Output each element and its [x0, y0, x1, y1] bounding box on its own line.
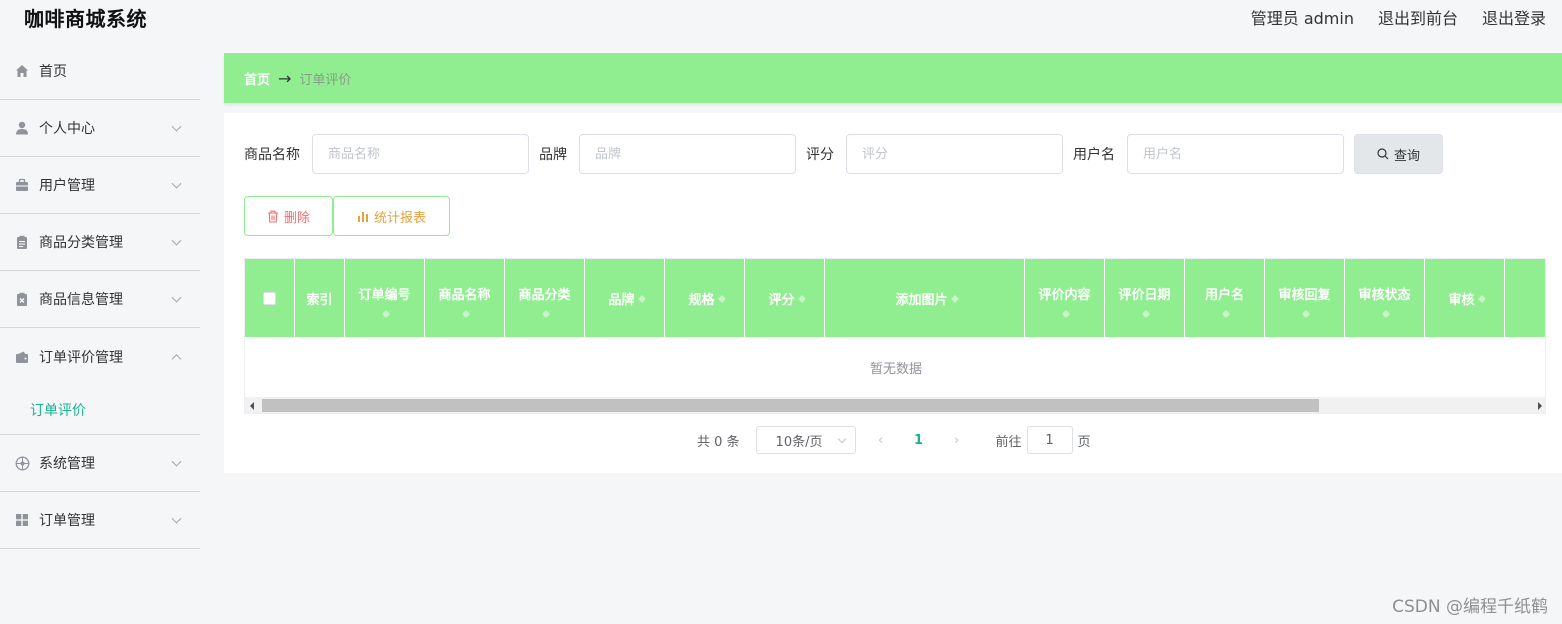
column-header-order-number[interactable]: 订单编号	[345, 259, 425, 337]
header-links: 管理员 admin 退出到前台 退出登录	[1251, 5, 1546, 29]
column-header-review-status[interactable]: 审核状态	[1345, 259, 1425, 337]
select-all-cell	[245, 259, 295, 337]
stats-report-button-label: 统计报表	[373, 210, 426, 226]
column-header-product-category[interactable]: 商品分类	[505, 259, 585, 337]
search-icon	[1377, 148, 1389, 160]
horizontal-scrollbar[interactable]	[245, 397, 1545, 413]
table-header: 索引 订单编号 商品名称 商品分类 品牌 规格 评分 添加图片 评价内容 评价日…	[245, 259, 1545, 337]
sidebar-item-label: 订单评价管理	[39, 349, 123, 366]
wallet-icon	[14, 349, 30, 365]
page-size-select[interactable]: 10条/页	[755, 426, 856, 454]
column-header-operations	[1505, 259, 1545, 337]
page-size-value: 10条/页	[775, 434, 823, 450]
column-header-username[interactable]: 用户名	[1185, 259, 1265, 337]
main-panel: 商品名称 品牌 评分 用户名 查询 删除 统计报表 索引	[224, 113, 1562, 473]
grid-icon	[14, 512, 30, 528]
sidebar-subitem-order-review[interactable]: 订单评价	[0, 385, 200, 435]
chevron-up-icon	[171, 353, 182, 364]
briefcase-icon	[14, 177, 30, 193]
watermark: CSDN @编程千纸鹤	[1392, 597, 1548, 617]
breadcrumb-home[interactable]: 首页	[244, 69, 270, 88]
query-button[interactable]: 查询	[1354, 134, 1443, 174]
breadcrumb: 首页 → 订单评价	[224, 53, 1562, 103]
bar-chart-icon	[357, 211, 368, 222]
sidebar-item-label: 个人中心	[39, 121, 95, 137]
sidebar-item-order-management[interactable]: 订单管理	[0, 492, 200, 549]
scroll-left-icon[interactable]	[250, 402, 254, 410]
column-header-review-date[interactable]: 评价日期	[1105, 259, 1185, 337]
column-header-brand[interactable]: 品牌	[585, 259, 665, 337]
sidebar-item-user-management[interactable]: 用户管理	[0, 157, 200, 214]
sidebar-item-label: 订单管理	[39, 513, 95, 529]
admin-label: 管理员 admin	[1250, 9, 1354, 28]
sidebar-item-label: 商品信息管理	[39, 292, 123, 308]
sidebar-item-order-review-management[interactable]: 订单评价管理	[0, 328, 200, 385]
sidebar-item-label: 用户管理	[39, 178, 95, 194]
username-label: 用户名	[1073, 147, 1115, 163]
select-all-checkbox[interactable]	[263, 291, 276, 305]
breadcrumb-current: 订单评价	[299, 72, 352, 88]
column-header-image[interactable]: 添加图片	[825, 259, 1025, 337]
username-input[interactable]	[1127, 134, 1344, 174]
sidebar-item-home[interactable]: 首页	[0, 43, 200, 100]
chevron-down-icon	[171, 235, 182, 246]
page-suffix-label: 页	[1077, 434, 1091, 450]
home-icon	[14, 63, 30, 79]
pagination-total: 共 0 条	[697, 434, 740, 450]
chevron-down-icon	[837, 434, 846, 444]
brand-label: 品牌	[539, 147, 567, 163]
chevron-down-icon	[171, 178, 182, 189]
sidebar-item-label: 商品分类管理	[39, 235, 123, 251]
product-name-input[interactable]	[312, 134, 529, 174]
clipboard-x-icon	[14, 291, 30, 307]
app-title: 咖啡商城系统	[24, 7, 147, 31]
prev-page-button[interactable]: ‹	[866, 426, 896, 454]
compass-icon	[14, 455, 30, 471]
sidebar-item-label: 系统管理	[39, 456, 95, 472]
chevron-down-icon	[171, 292, 182, 303]
sidebar-item-system-management[interactable]: 系统管理	[0, 435, 200, 492]
goto-label: 前往	[995, 434, 1022, 450]
sidebar-item-personal-center[interactable]: 个人中心	[0, 100, 200, 157]
logout-link[interactable]: 退出登录	[1482, 5, 1546, 29]
breadcrumb-arrow: →	[278, 68, 292, 88]
chevron-down-icon	[171, 456, 182, 467]
scrollbar-thumb[interactable]	[262, 399, 1319, 412]
column-header-spec[interactable]: 规格	[665, 259, 745, 337]
pagination: 共 0 条 10条/页 ‹ 1 › 前往 页	[697, 426, 1091, 454]
column-header-rating[interactable]: 评分	[745, 259, 825, 337]
rating-input[interactable]	[846, 134, 1063, 174]
column-header-review-content[interactable]: 评价内容	[1025, 259, 1105, 337]
rating-label: 评分	[806, 147, 834, 163]
trash-icon	[267, 210, 278, 223]
chevron-down-icon	[171, 513, 182, 524]
query-button-label: 查询	[1393, 148, 1420, 164]
user-icon	[14, 120, 30, 136]
column-header-review-reply[interactable]: 审核回复	[1265, 259, 1345, 337]
empty-state-text: 暂无数据	[869, 361, 922, 377]
column-header-audit[interactable]: 审核	[1425, 259, 1505, 337]
action-bar: 删除 统计报表	[244, 196, 450, 236]
chevron-down-icon	[171, 121, 182, 132]
next-page-button[interactable]: ›	[942, 426, 972, 454]
sidebar: 首页 个人中心 用户管理 商品分类管理 商品信息管理 订单评价管理 订单评价 系…	[0, 43, 200, 624]
sidebar-item-product-management[interactable]: 商品信息管理	[0, 271, 200, 328]
search-form: 商品名称 品牌 评分 用户名 查询	[244, 134, 1443, 174]
delete-button-label: 删除	[283, 210, 310, 226]
back-to-front-link[interactable]: 退出到前台	[1378, 5, 1458, 29]
brand-input[interactable]	[579, 134, 796, 174]
sidebar-item-category-management[interactable]: 商品分类管理	[0, 214, 200, 271]
scroll-right-icon[interactable]	[1538, 402, 1542, 410]
goto-page-input[interactable]	[1026, 426, 1073, 454]
column-header-product-name[interactable]: 商品名称	[425, 259, 505, 337]
clipboard-icon	[14, 234, 30, 250]
product-name-label: 商品名称	[244, 147, 300, 163]
top-header: 咖啡商城系统 管理员 admin 退出到前台 退出登录	[0, 0, 1562, 40]
page-number-1[interactable]: 1	[900, 426, 938, 454]
delete-button[interactable]: 删除	[244, 196, 333, 236]
review-table: 索引 订单编号 商品名称 商品分类 品牌 规格 评分 添加图片 评价内容 评价日…	[244, 258, 1546, 414]
sidebar-item-label: 首页	[39, 64, 67, 80]
column-header-index: 索引	[295, 259, 345, 337]
stats-report-button[interactable]: 统计报表	[333, 196, 450, 236]
